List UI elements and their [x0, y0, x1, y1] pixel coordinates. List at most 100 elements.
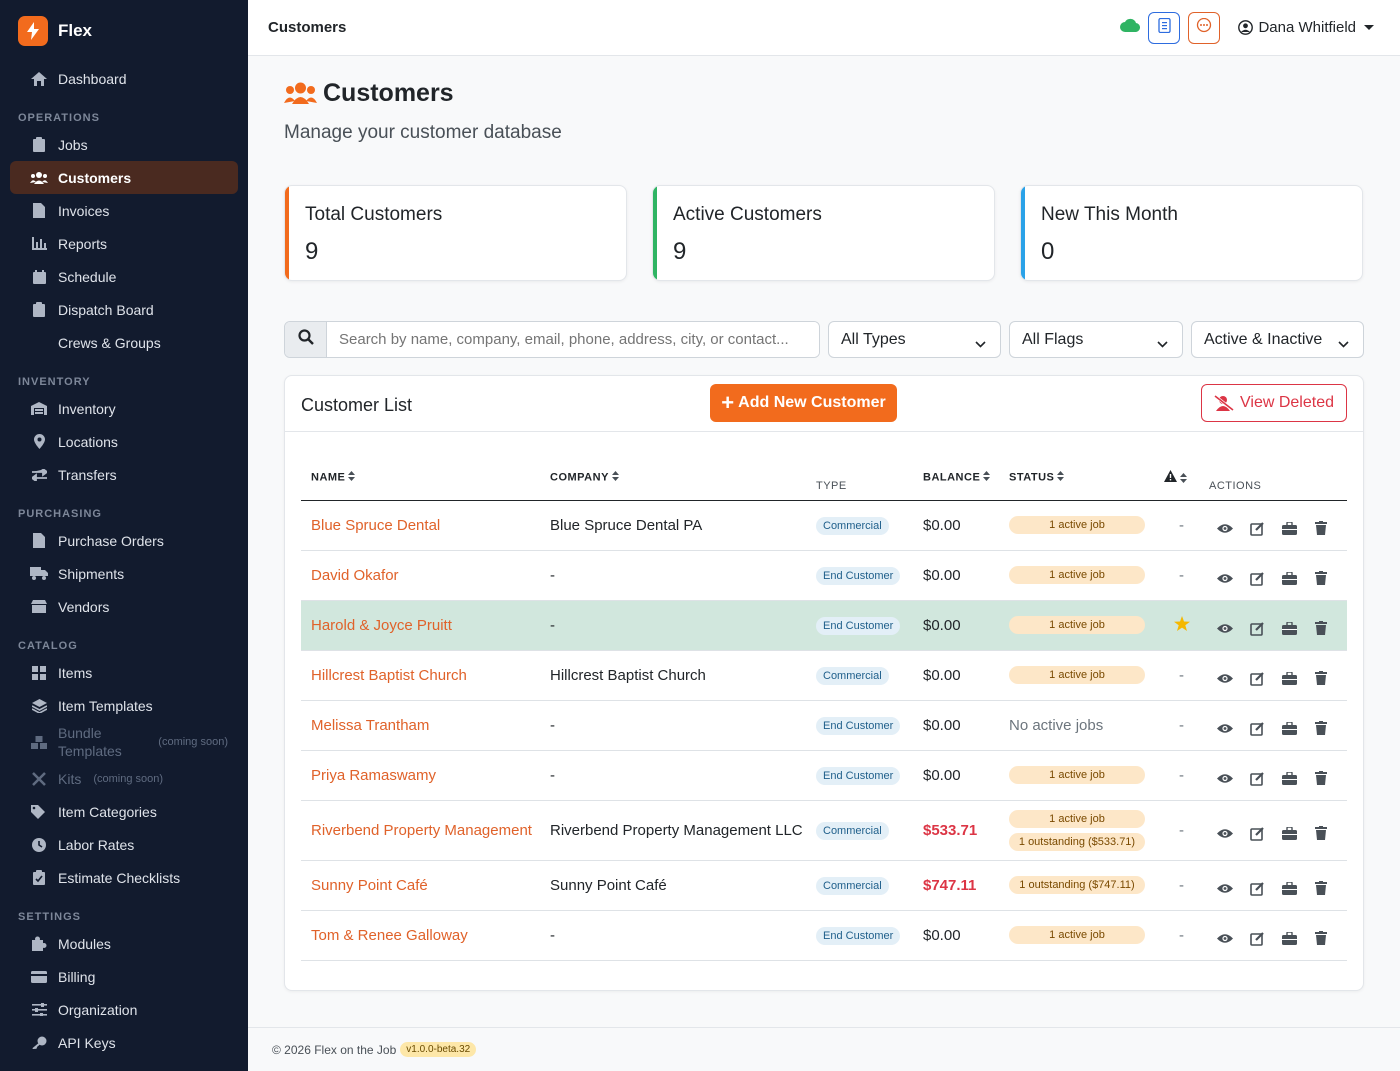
sidebar-item-organization[interactable]: Organization: [10, 993, 238, 1026]
briefcase-icon[interactable]: [1273, 826, 1305, 840]
customer-name-link[interactable]: Blue Spruce Dental: [301, 500, 540, 551]
view-icon[interactable]: [1209, 883, 1241, 894]
sidebar-item-api-keys[interactable]: API Keys: [10, 1026, 238, 1059]
edit-icon[interactable]: [1241, 671, 1273, 686]
stat-card-total: Total Customers 9: [284, 185, 627, 281]
sidebar-item-billing[interactable]: Billing: [10, 960, 238, 993]
trash-icon[interactable]: [1305, 881, 1337, 895]
edit-icon[interactable]: [1241, 721, 1273, 736]
flags-filter-select[interactable]: All Flags: [1009, 321, 1183, 358]
table-row[interactable]: Harold & Joyce Pruitt - End Customer $0.…: [301, 600, 1347, 651]
edit-icon[interactable]: [1241, 826, 1273, 841]
chat-button[interactable]: [1188, 11, 1221, 44]
view-icon[interactable]: [1209, 523, 1241, 534]
table-row[interactable]: Hillcrest Baptist Church Hillcrest Bapti…: [301, 650, 1347, 701]
notes-button[interactable]: [1148, 11, 1181, 44]
page-subtitle: Manage your customer database: [284, 122, 562, 143]
table-row[interactable]: Tom & Renee Galloway - End Customer $0.0…: [301, 910, 1347, 961]
briefcase-icon[interactable]: [1273, 931, 1305, 945]
trash-icon[interactable]: [1305, 721, 1337, 735]
sidebar-item-transfers[interactable]: Transfers: [10, 458, 238, 491]
view-deleted-button[interactable]: View Deleted: [1201, 384, 1347, 422]
sidebar-item-invoices[interactable]: Invoices: [10, 194, 238, 227]
sidebar-item-purchase-orders[interactable]: Purchase Orders: [10, 524, 238, 557]
briefcase-icon[interactable]: [1273, 881, 1305, 895]
sidebar-item-labor-rates[interactable]: Labor Rates: [10, 828, 238, 861]
edit-icon[interactable]: [1241, 771, 1273, 786]
table-row[interactable]: Sunny Point Café Sunny Point Café Commer…: [301, 860, 1347, 911]
view-icon[interactable]: [1209, 623, 1241, 634]
table-row[interactable]: Riverbend Property Management Riverbend …: [301, 800, 1347, 861]
card-title: Customer List: [301, 395, 413, 415]
briefcase-icon[interactable]: [1273, 521, 1305, 535]
column-header-company[interactable]: COMPANY: [540, 456, 806, 501]
briefcase-icon[interactable]: [1273, 671, 1305, 685]
customer-name-link[interactable]: Harold & Joyce Pruitt: [301, 600, 540, 651]
sidebar-item-customers[interactable]: Customers: [10, 161, 238, 194]
sidebar-item-dashboard[interactable]: Dashboard: [10, 62, 238, 95]
sidebar-item-modules[interactable]: Modules: [10, 927, 238, 960]
user-menu[interactable]: Dana Whitfield: [1238, 19, 1374, 36]
sidebar-item-item-categories[interactable]: Item Categories: [10, 795, 238, 828]
trash-icon[interactable]: [1305, 931, 1337, 945]
table-row[interactable]: Priya Ramaswamy - End Customer $0.00 1 a…: [301, 750, 1347, 801]
edit-icon[interactable]: [1241, 571, 1273, 586]
sidebar-item-reports[interactable]: Reports: [10, 227, 238, 260]
sidebar-item-vendors[interactable]: Vendors: [10, 590, 238, 623]
sidebar-item-schedule[interactable]: Schedule: [10, 260, 238, 293]
search-button[interactable]: [285, 322, 327, 357]
table-row[interactable]: David Okafor - End Customer $0.00 1 acti…: [301, 550, 1347, 601]
table-row[interactable]: Blue Spruce Dental Blue Spruce Dental PA…: [301, 500, 1347, 551]
trash-icon[interactable]: [1305, 671, 1337, 685]
stat-label: New This Month: [1041, 204, 1178, 225]
view-icon[interactable]: [1209, 673, 1241, 684]
sidebar-item-dispatch-board[interactable]: Dispatch Board: [10, 293, 238, 326]
table-row[interactable]: Melissa Trantham - End Customer $0.00 No…: [301, 700, 1347, 751]
column-header-name[interactable]: NAME: [301, 456, 540, 501]
customer-name-link[interactable]: Hillcrest Baptist Church: [301, 650, 540, 701]
trash-icon[interactable]: [1305, 571, 1337, 585]
edit-icon[interactable]: [1241, 881, 1273, 896]
view-icon[interactable]: [1209, 773, 1241, 784]
sidebar-item-inventory[interactable]: Inventory: [10, 392, 238, 425]
customer-name-link[interactable]: Riverbend Property Management: [301, 800, 540, 861]
briefcase-icon[interactable]: [1273, 621, 1305, 635]
trash-icon[interactable]: [1305, 826, 1337, 840]
actions-cell: [1199, 650, 1347, 701]
view-icon[interactable]: [1209, 828, 1241, 839]
trash-icon[interactable]: [1305, 521, 1337, 535]
sidebar-item-item-templates[interactable]: Item Templates: [10, 689, 238, 722]
customer-name-link[interactable]: David Okafor: [301, 550, 540, 601]
cloud-icon[interactable]: [1120, 18, 1141, 37]
view-icon[interactable]: [1209, 573, 1241, 584]
briefcase-icon[interactable]: [1273, 571, 1305, 585]
view-icon[interactable]: [1209, 933, 1241, 944]
search-input[interactable]: [327, 322, 819, 357]
sidebar-item-jobs[interactable]: Jobs: [10, 128, 238, 161]
customer-name-link[interactable]: Priya Ramaswamy: [301, 750, 540, 801]
add-customer-button[interactable]: + Add New Customer: [710, 384, 897, 422]
briefcase-icon[interactable]: [1273, 721, 1305, 735]
sidebar-item-crews-groups[interactable]: Crews & Groups: [10, 326, 238, 359]
briefcase-icon[interactable]: [1273, 771, 1305, 785]
edit-icon[interactable]: [1241, 931, 1273, 946]
status-filter-select[interactable]: Active & Inactive: [1191, 321, 1364, 358]
sidebar-item-estimate-checklists[interactable]: Estimate Checklists: [10, 861, 238, 894]
column-header-balance[interactable]: BALANCE: [913, 456, 999, 501]
customer-name-link[interactable]: Tom & Renee Galloway: [301, 910, 540, 961]
column-header-flags[interactable]: [1154, 456, 1199, 501]
brand[interactable]: Flex: [0, 0, 248, 62]
trash-icon[interactable]: [1305, 621, 1337, 635]
column-header-status[interactable]: STATUS: [999, 456, 1154, 501]
edit-icon[interactable]: [1241, 521, 1273, 536]
sidebar-item-shipments[interactable]: Shipments: [10, 557, 238, 590]
view-icon[interactable]: [1209, 723, 1241, 734]
customer-name-link[interactable]: Melissa Trantham: [301, 700, 540, 751]
customer-name-link[interactable]: Sunny Point Café: [301, 860, 540, 911]
sidebar-item-items[interactable]: Items: [10, 656, 238, 689]
trash-icon[interactable]: [1305, 771, 1337, 785]
sidebar-item-locations[interactable]: Locations: [10, 425, 238, 458]
edit-icon[interactable]: [1241, 621, 1273, 636]
type-filter-select[interactable]: All Types: [828, 321, 1001, 358]
topbar-title: Customers: [268, 19, 347, 36]
